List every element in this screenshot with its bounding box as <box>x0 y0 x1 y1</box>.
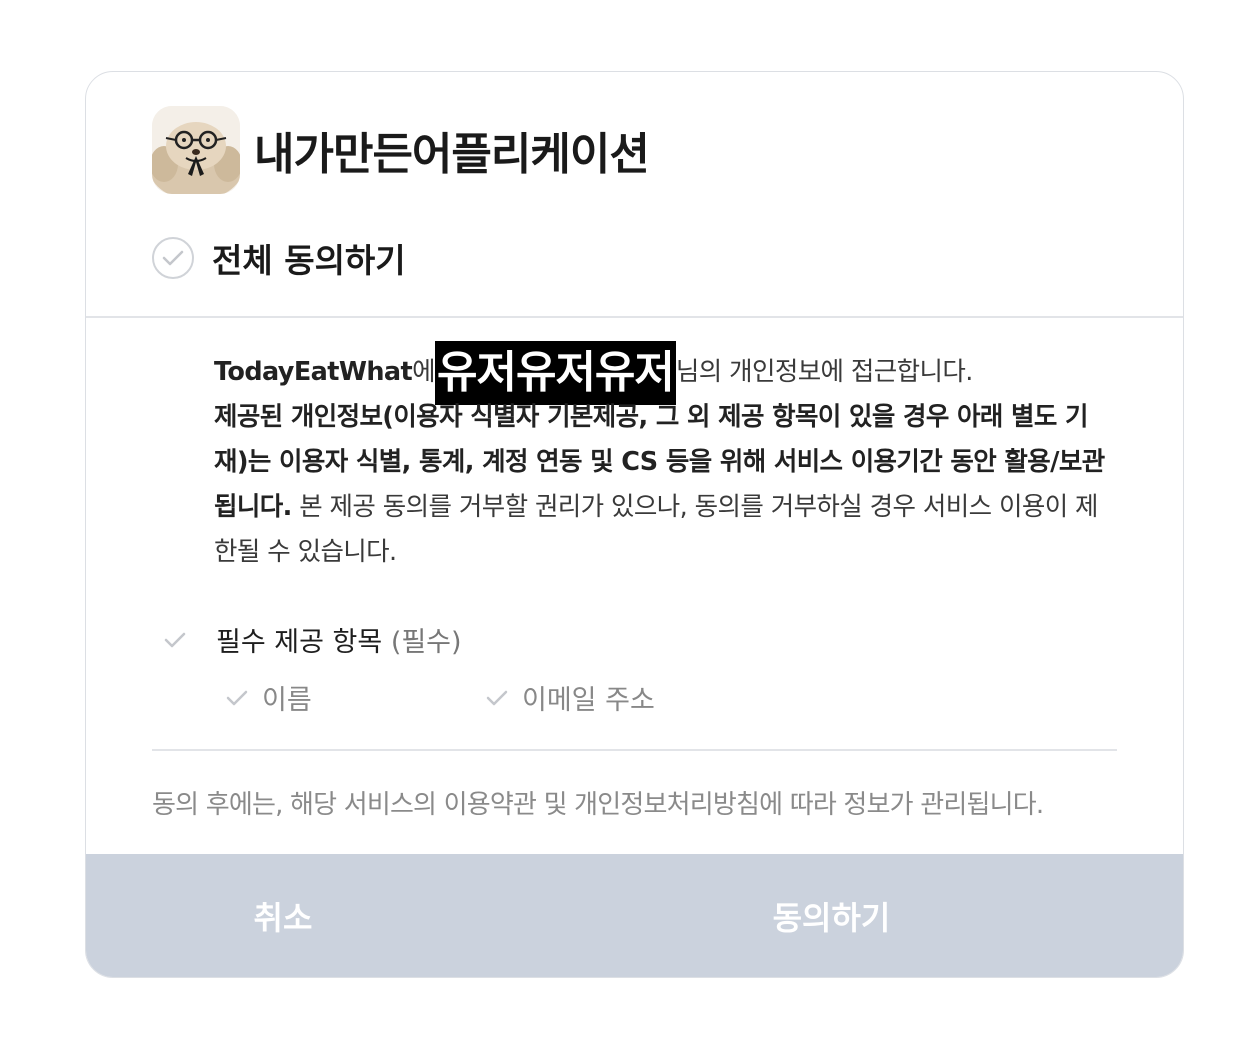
required-item-email[interactable]: 이메일 주소 <box>486 678 655 717</box>
footnote: 동의 후에는, 해당 서비스의 이용약관 및 개인정보처리방침에 따라 정보가 … <box>152 790 1044 820</box>
button-bar: 취소 동의하기 <box>86 854 1183 977</box>
desc-normal-text: 본 제공 동의를 거부할 권리가 있으나, 동의를 거부하실 경우 서비스 이용… <box>214 492 1099 567</box>
required-label-text: 필수 제공 항목 <box>216 627 383 658</box>
check-icon <box>486 690 508 705</box>
agree-button[interactable]: 동의하기 <box>480 854 1183 977</box>
consent-description: TodayEatWhat에유저유저유저님의 개인정보에 접근합니다. 제공된 개… <box>214 341 1119 575</box>
bear-with-glasses-icon <box>152 106 240 194</box>
check-icon <box>226 690 248 705</box>
agree-all-label: 전체 동의하기 <box>212 241 406 280</box>
required-items-header[interactable]: 필수 제공 항목 (필수) <box>164 620 462 659</box>
desc-particle: 에 <box>412 357 435 387</box>
check-circle-icon[interactable] <box>152 237 194 279</box>
divider <box>152 749 1117 751</box>
app-title: 내가만든어플리케이션 <box>254 129 650 180</box>
check-icon <box>164 632 186 647</box>
cancel-button[interactable]: 취소 <box>86 854 480 977</box>
required-items-label: 필수 제공 항목 (필수) <box>216 620 462 659</box>
required-item-name[interactable]: 이름 <box>226 678 312 717</box>
consent-dialog: 내가만든어플리케이션 전체 동의하기 TodayEatWhat에유저유저유저님의… <box>85 71 1184 978</box>
redacted-user-name: 유저유저유저 <box>435 341 676 405</box>
client-app-name: TodayEatWhat <box>214 357 413 387</box>
required-tag: (필수) <box>390 627 462 658</box>
required-item-label: 이메일 주소 <box>522 685 655 716</box>
desc-line1-rest: 님의 개인정보에 접근합니다. <box>675 357 973 387</box>
required-item-label: 이름 <box>262 685 312 716</box>
app-header: 내가만든어플리케이션 <box>152 106 650 194</box>
agree-all-toggle[interactable]: 전체 동의하기 <box>152 234 406 282</box>
divider <box>86 316 1183 318</box>
